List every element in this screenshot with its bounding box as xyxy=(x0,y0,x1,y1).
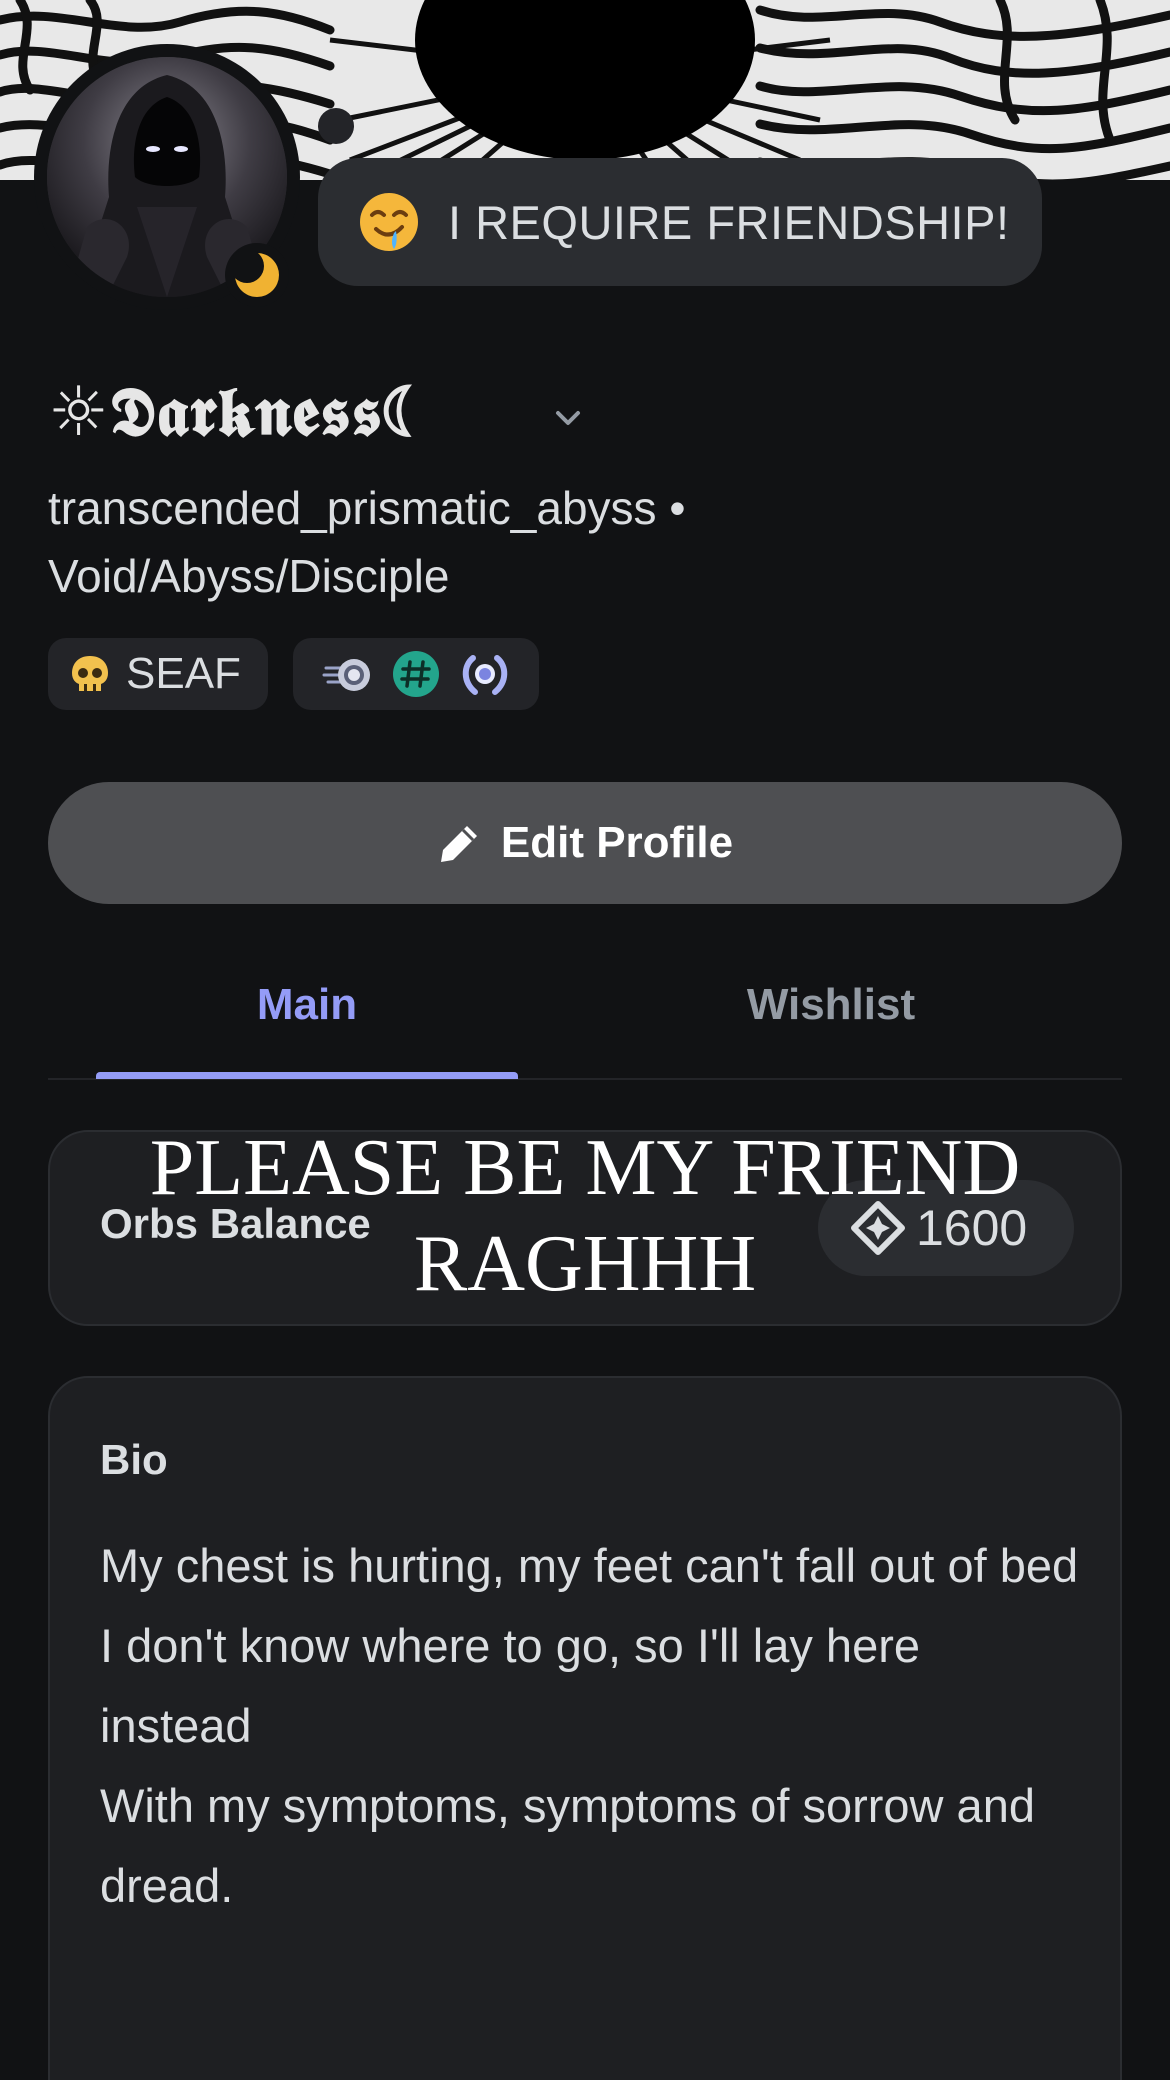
edit-profile-button[interactable]: Edit Profile xyxy=(48,782,1122,904)
orbs-balance-label: Orbs Balance xyxy=(100,1200,371,1247)
nitro-orb-badge-icon[interactable] xyxy=(322,648,374,700)
custom-status-text: I REQUIRE FRIENDSHIP! xyxy=(448,195,1010,249)
orbs-balance-pill[interactable]: 1600 xyxy=(818,1180,1074,1276)
chevron-down-icon[interactable] xyxy=(550,400,586,436)
bio-line: I don't know where to go, so I'll lay he… xyxy=(100,1619,920,1752)
custom-status-bubble[interactable]: I REQUIRE FRIENDSHIP! xyxy=(318,158,1042,286)
edit-profile-label: Edit Profile xyxy=(500,818,734,867)
pencil-icon xyxy=(440,826,477,862)
pronouns: Void/Abyss/Disciple xyxy=(48,550,450,602)
orb-icon xyxy=(851,1201,905,1255)
bio-title: Bio xyxy=(100,1436,168,1483)
username-line: transcended_prismatic_abyss • Void/Abyss… xyxy=(48,474,1108,610)
hashtag-badge-icon[interactable] xyxy=(390,648,442,700)
bio-line: My chest is hurting, my feet can't fall … xyxy=(100,1539,1079,1592)
laurel-badge-icon[interactable] xyxy=(459,648,511,700)
display-name[interactable]: ☼𝕯𝖆𝖗𝖐𝖓𝖊𝖘𝖘☾ xyxy=(48,372,431,453)
presence-indicator xyxy=(225,243,289,307)
drooling-face-icon xyxy=(360,193,418,251)
tab-wishlist[interactable]: Wishlist xyxy=(620,970,1042,1040)
badges-pill xyxy=(293,638,539,710)
active-tab-indicator xyxy=(96,1072,518,1079)
bio-line: With my symptoms, symptoms of sorrow and… xyxy=(100,1779,1035,1912)
separator-dot: • xyxy=(669,482,686,534)
orbs-balance-value: 1600 xyxy=(916,1200,1028,1256)
skull-icon xyxy=(72,656,108,691)
orbs-balance-card[interactable]: Orbs Balance 1600 xyxy=(48,1130,1122,1326)
tab-main[interactable]: Main xyxy=(96,970,518,1040)
bio-text: My chest is hurting, my feet can't fall … xyxy=(100,1526,1080,1926)
username[interactable]: transcended_prismatic_abyss xyxy=(48,482,657,534)
status-bubble-tail xyxy=(318,108,354,144)
profile-screen: I REQUIRE FRIENDSHIP! ☼𝕯𝖆𝖗𝖐𝖓𝖊𝖘𝖘☾ transce… xyxy=(0,0,1170,2080)
clan-tag-text: SEAF xyxy=(126,649,241,698)
clan-tag-pill[interactable]: SEAF xyxy=(48,638,268,710)
bio-card: Bio My chest is hurting, my feet can't f… xyxy=(48,1376,1122,2080)
idle-moon-icon xyxy=(233,251,279,297)
